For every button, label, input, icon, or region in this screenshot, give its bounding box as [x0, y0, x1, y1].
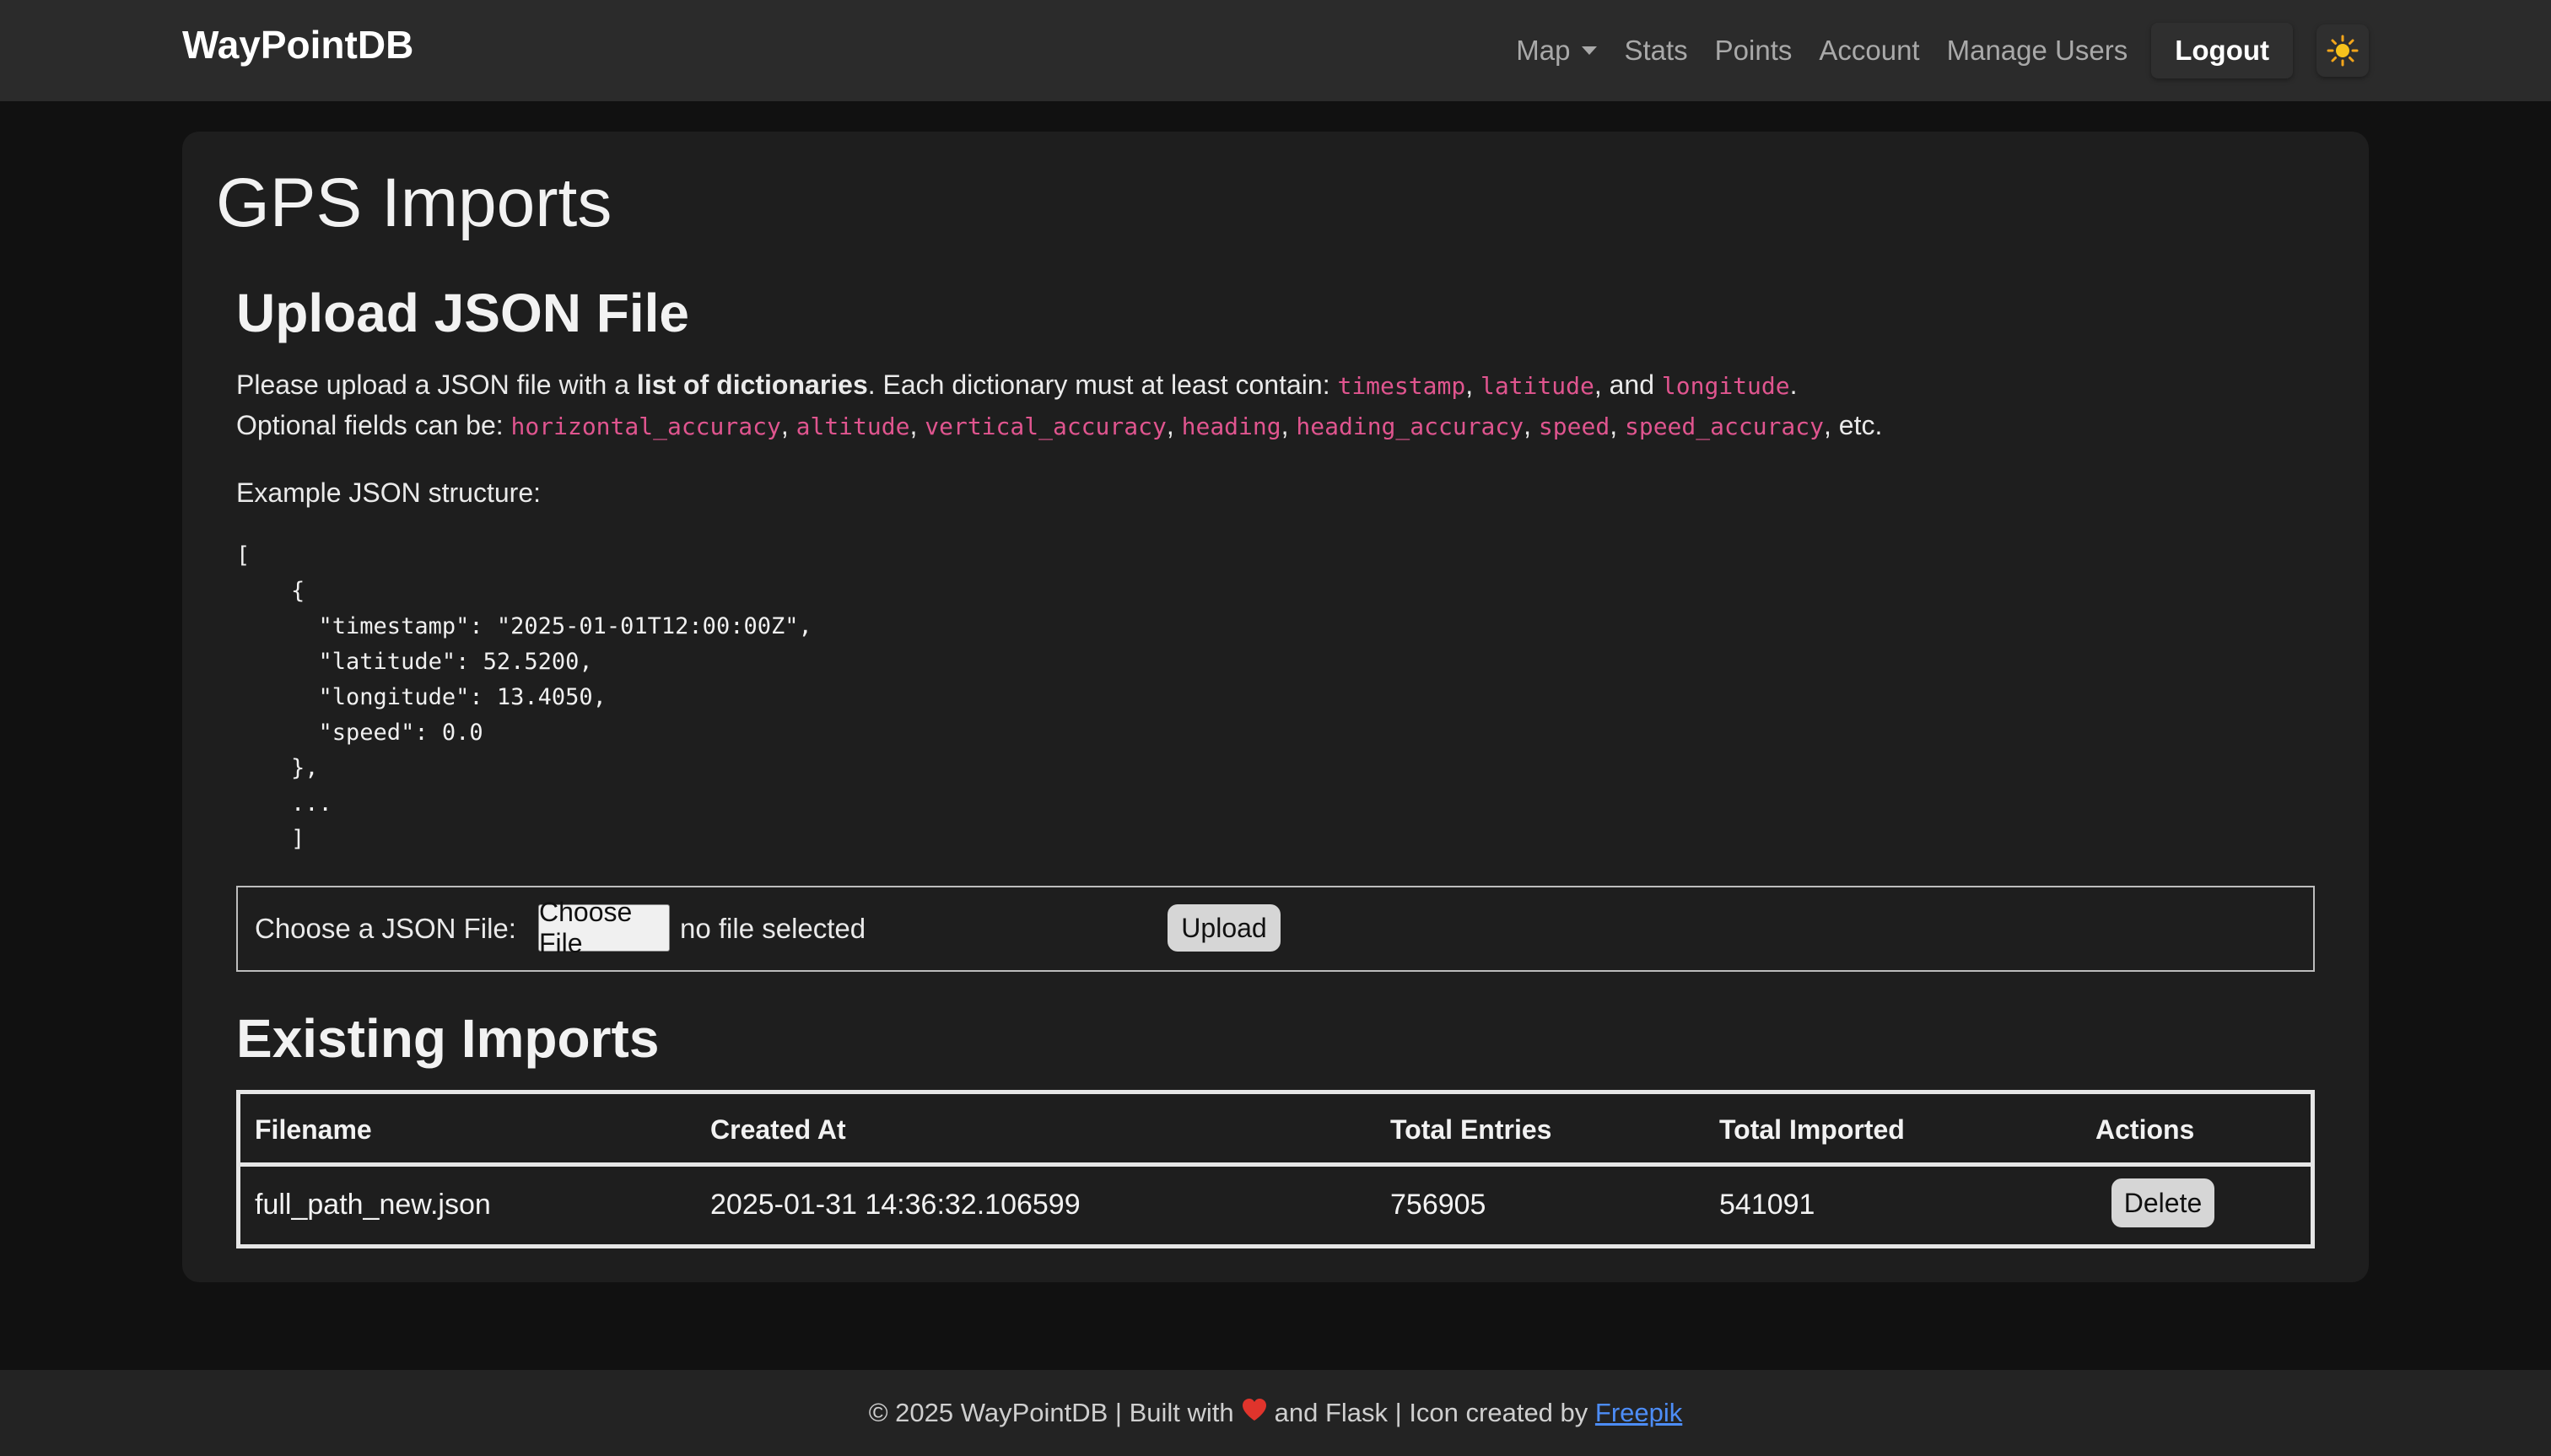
- field-code: heading_accuracy: [1296, 413, 1524, 440]
- column-header-filename: Filename: [255, 1114, 372, 1145]
- file-input-label: Choose a JSON File:: [255, 913, 516, 944]
- footer-text: and Flask | Icon created by: [1274, 1398, 1588, 1427]
- footer-text: © 2025 WayPointDB | Built with: [868, 1398, 1234, 1427]
- cell-created-at: 2025-01-31 14:36:32.106599: [710, 1189, 1081, 1221]
- field-code: longitude: [1661, 372, 1790, 400]
- nav-points[interactable]: Points: [1715, 35, 1793, 67]
- navbar: WayPointDB Map Stats Points Account Mana…: [0, 0, 2551, 101]
- upload-description-line-2: Optional fields can be: horizontal_accur…: [236, 410, 1883, 440]
- table-row: full_path_new.json 2025-01-31 14:36:32.1…: [240, 1167, 2311, 1244]
- desc-text: Optional fields can be:: [236, 410, 511, 440]
- imports-table: Filename Created At Total Entries Total …: [236, 1090, 2315, 1248]
- nav-stats[interactable]: Stats: [1624, 35, 1687, 67]
- column-header-total-entries: Total Entries: [1390, 1114, 1552, 1145]
- cell-total-entries: 756905: [1390, 1189, 1486, 1221]
- field-code: timestamp: [1337, 372, 1466, 400]
- freepik-link[interactable]: Freepik: [1595, 1398, 1682, 1428]
- example-code-block: [ { "timestamp": "2025-01-01T12:00:00Z",…: [236, 542, 812, 852]
- column-header-total-imported: Total Imported: [1719, 1114, 1905, 1145]
- field-code: altitude: [796, 413, 910, 440]
- field-code: horizontal_accuracy: [510, 413, 781, 440]
- example-label: Example JSON structure:: [236, 477, 541, 508]
- table-header: Filename Created At Total Entries Total …: [240, 1094, 2311, 1167]
- footer: © 2025 WayPointDB | Built with and Flask…: [0, 1370, 2551, 1456]
- content-card: GPS Imports Upload JSON File Please uplo…: [182, 132, 2369, 1282]
- field-code: heading: [1181, 413, 1281, 440]
- logout-button[interactable]: Logout: [2151, 23, 2293, 78]
- nav-manage-users[interactable]: Manage Users: [1947, 35, 2128, 67]
- chevron-down-icon: [1582, 46, 1598, 55]
- upload-button[interactable]: Upload: [1168, 904, 1281, 952]
- nav-account[interactable]: Account: [1819, 35, 1919, 67]
- cell-total-imported: 541091: [1719, 1189, 1815, 1221]
- cell-filename: full_path_new.json: [255, 1189, 491, 1221]
- upload-form: Choose a JSON File: Choose File no file …: [236, 886, 2315, 972]
- brand-logo[interactable]: WayPointDB: [182, 22, 413, 67]
- field-code: speed_accuracy: [1624, 413, 1824, 440]
- heart-icon: [1241, 1397, 1268, 1429]
- theme-toggle-button[interactable]: [2316, 24, 2369, 77]
- desc-text: Please upload a JSON file with a: [236, 369, 637, 400]
- field-code: latitude: [1480, 372, 1594, 400]
- desc-text: . Each dictionary must at least contain:: [867, 369, 1338, 400]
- column-header-created-at: Created At: [710, 1114, 846, 1145]
- desc-bold: list of dictionaries: [636, 369, 868, 400]
- sun-icon: [2327, 35, 2359, 67]
- nav-map-label: Map: [1516, 35, 1571, 66]
- upload-description-line-1: Please upload a JSON file with a list of…: [236, 369, 1798, 400]
- page-title: GPS Imports: [216, 164, 612, 241]
- nav-map-dropdown[interactable]: Map: [1516, 35, 1598, 67]
- desc-text: , etc.: [1824, 410, 1883, 440]
- upload-section-title: Upload JSON File: [236, 283, 689, 343]
- field-code: vertical_accuracy: [925, 413, 1167, 440]
- column-header-actions: Actions: [2095, 1114, 2195, 1145]
- delete-button[interactable]: Delete: [2111, 1178, 2214, 1227]
- choose-file-button[interactable]: Choose File: [538, 897, 670, 958]
- field-code: speed: [1538, 413, 1610, 440]
- imports-section-title: Existing Imports: [236, 1008, 660, 1069]
- file-status-text: no file selected: [680, 913, 866, 944]
- nav-menu: Map Stats Points Account Manage Users Lo…: [1516, 0, 2551, 101]
